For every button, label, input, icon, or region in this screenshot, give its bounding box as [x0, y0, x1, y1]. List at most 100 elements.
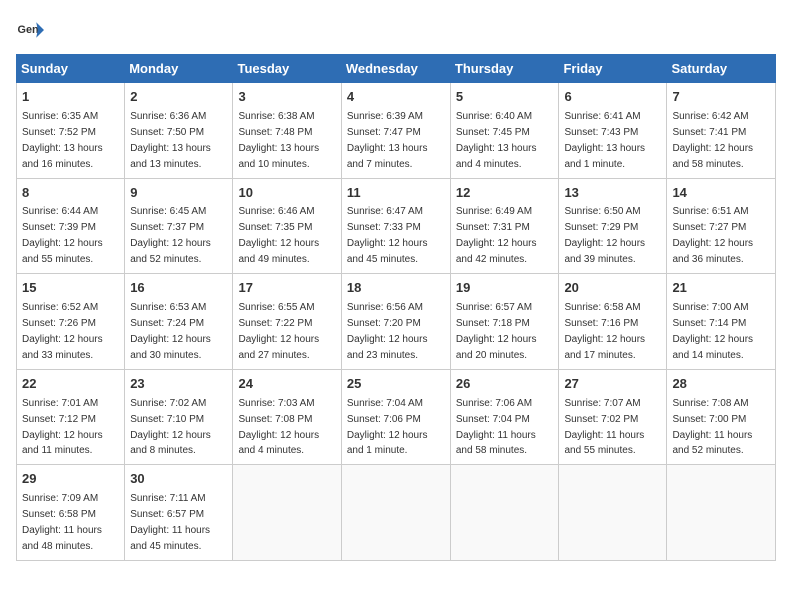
day-sunset: Sunset: 7:00 PM [672, 414, 746, 425]
day-sunset: Sunset: 7:04 PM [456, 414, 530, 425]
calendar-cell [450, 465, 559, 561]
day-sunset: Sunset: 7:50 PM [130, 127, 204, 138]
day-sunset: Sunset: 7:41 PM [672, 127, 746, 138]
day-number: 19 [456, 279, 554, 298]
page-header: Gen [16, 16, 776, 44]
day-daylight: Daylight: 12 hours and 52 minutes. [130, 238, 211, 265]
weekday-header-friday: Friday [559, 55, 667, 83]
calendar-cell: 16 Sunrise: 6:53 AM Sunset: 7:24 PM Dayl… [125, 274, 233, 370]
day-daylight: Daylight: 12 hours and 39 minutes. [564, 238, 645, 265]
day-daylight: Daylight: 12 hours and 8 minutes. [130, 430, 211, 457]
day-daylight: Daylight: 11 hours and 52 minutes. [672, 430, 752, 457]
day-daylight: Daylight: 13 hours and 10 minutes. [238, 143, 319, 170]
day-number: 13 [564, 184, 661, 203]
day-number: 25 [347, 375, 445, 394]
logo: Gen [16, 16, 48, 44]
calendar-cell [559, 465, 667, 561]
day-sunrise: Sunrise: 7:01 AM [22, 398, 98, 409]
day-sunrise: Sunrise: 6:35 AM [22, 111, 98, 122]
day-daylight: Daylight: 12 hours and 4 minutes. [238, 430, 319, 457]
day-number: 29 [22, 470, 119, 489]
day-number: 12 [456, 184, 554, 203]
day-daylight: Daylight: 12 hours and 30 minutes. [130, 334, 211, 361]
weekday-header-saturday: Saturday [667, 55, 776, 83]
day-sunrise: Sunrise: 6:44 AM [22, 206, 98, 217]
day-daylight: Daylight: 12 hours and 45 minutes. [347, 238, 428, 265]
day-sunset: Sunset: 6:58 PM [22, 509, 96, 520]
day-sunset: Sunset: 6:57 PM [130, 509, 204, 520]
day-number: 21 [672, 279, 770, 298]
day-number: 14 [672, 184, 770, 203]
day-daylight: Daylight: 13 hours and 4 minutes. [456, 143, 537, 170]
day-sunrise: Sunrise: 6:40 AM [456, 111, 532, 122]
calendar-cell [233, 465, 341, 561]
day-number: 24 [238, 375, 335, 394]
day-sunset: Sunset: 7:31 PM [456, 222, 530, 233]
day-sunset: Sunset: 7:29 PM [564, 222, 638, 233]
calendar-cell: 5 Sunrise: 6:40 AM Sunset: 7:45 PM Dayli… [450, 83, 559, 179]
day-daylight: Daylight: 12 hours and 14 minutes. [672, 334, 753, 361]
day-daylight: Daylight: 12 hours and 23 minutes. [347, 334, 428, 361]
day-daylight: Daylight: 13 hours and 7 minutes. [347, 143, 428, 170]
day-sunset: Sunset: 7:45 PM [456, 127, 530, 138]
day-sunset: Sunset: 7:14 PM [672, 318, 746, 329]
calendar-week-1: 1 Sunrise: 6:35 AM Sunset: 7:52 PM Dayli… [17, 83, 776, 179]
day-number: 11 [347, 184, 445, 203]
calendar-cell: 17 Sunrise: 6:55 AM Sunset: 7:22 PM Dayl… [233, 274, 341, 370]
calendar-week-4: 22 Sunrise: 7:01 AM Sunset: 7:12 PM Dayl… [17, 369, 776, 465]
calendar-cell: 1 Sunrise: 6:35 AM Sunset: 7:52 PM Dayli… [17, 83, 125, 179]
calendar-cell: 12 Sunrise: 6:49 AM Sunset: 7:31 PM Dayl… [450, 178, 559, 274]
day-sunrise: Sunrise: 6:56 AM [347, 302, 423, 313]
calendar-cell: 26 Sunrise: 7:06 AM Sunset: 7:04 PM Dayl… [450, 369, 559, 465]
day-daylight: Daylight: 12 hours and 17 minutes. [564, 334, 645, 361]
calendar-cell: 10 Sunrise: 6:46 AM Sunset: 7:35 PM Dayl… [233, 178, 341, 274]
day-sunrise: Sunrise: 7:00 AM [672, 302, 748, 313]
weekday-header-monday: Monday [125, 55, 233, 83]
day-number: 2 [130, 88, 227, 107]
weekday-header-tuesday: Tuesday [233, 55, 341, 83]
day-daylight: Daylight: 12 hours and 33 minutes. [22, 334, 103, 361]
day-number: 3 [238, 88, 335, 107]
day-sunrise: Sunrise: 6:42 AM [672, 111, 748, 122]
day-sunset: Sunset: 7:02 PM [564, 414, 638, 425]
day-sunset: Sunset: 7:22 PM [238, 318, 312, 329]
weekday-header-sunday: Sunday [17, 55, 125, 83]
day-daylight: Daylight: 12 hours and 11 minutes. [22, 430, 103, 457]
calendar-cell: 11 Sunrise: 6:47 AM Sunset: 7:33 PM Dayl… [341, 178, 450, 274]
day-sunrise: Sunrise: 7:09 AM [22, 493, 98, 504]
day-sunset: Sunset: 7:39 PM [22, 222, 96, 233]
calendar-cell: 21 Sunrise: 7:00 AM Sunset: 7:14 PM Dayl… [667, 274, 776, 370]
day-sunrise: Sunrise: 7:04 AM [347, 398, 423, 409]
day-sunset: Sunset: 7:48 PM [238, 127, 312, 138]
calendar-cell: 25 Sunrise: 7:04 AM Sunset: 7:06 PM Dayl… [341, 369, 450, 465]
calendar-cell: 2 Sunrise: 6:36 AM Sunset: 7:50 PM Dayli… [125, 83, 233, 179]
day-sunrise: Sunrise: 7:02 AM [130, 398, 206, 409]
day-daylight: Daylight: 11 hours and 58 minutes. [456, 430, 536, 457]
day-sunset: Sunset: 7:20 PM [347, 318, 421, 329]
day-sunset: Sunset: 7:37 PM [130, 222, 204, 233]
calendar-cell: 19 Sunrise: 6:57 AM Sunset: 7:18 PM Dayl… [450, 274, 559, 370]
day-sunrise: Sunrise: 6:52 AM [22, 302, 98, 313]
calendar-cell: 7 Sunrise: 6:42 AM Sunset: 7:41 PM Dayli… [667, 83, 776, 179]
day-daylight: Daylight: 12 hours and 49 minutes. [238, 238, 319, 265]
day-number: 8 [22, 184, 119, 203]
day-daylight: Daylight: 13 hours and 1 minute. [564, 143, 645, 170]
day-number: 10 [238, 184, 335, 203]
day-sunrise: Sunrise: 6:39 AM [347, 111, 423, 122]
calendar-cell: 3 Sunrise: 6:38 AM Sunset: 7:48 PM Dayli… [233, 83, 341, 179]
day-sunset: Sunset: 7:27 PM [672, 222, 746, 233]
day-sunrise: Sunrise: 7:06 AM [456, 398, 532, 409]
day-sunrise: Sunrise: 6:51 AM [672, 206, 748, 217]
calendar-cell: 15 Sunrise: 6:52 AM Sunset: 7:26 PM Dayl… [17, 274, 125, 370]
day-sunset: Sunset: 7:10 PM [130, 414, 204, 425]
logo-icon: Gen [16, 16, 44, 44]
day-daylight: Daylight: 12 hours and 58 minutes. [672, 143, 753, 170]
calendar-cell: 18 Sunrise: 6:56 AM Sunset: 7:20 PM Dayl… [341, 274, 450, 370]
day-daylight: Daylight: 12 hours and 1 minute. [347, 430, 428, 457]
day-sunset: Sunset: 7:43 PM [564, 127, 638, 138]
day-number: 22 [22, 375, 119, 394]
day-sunrise: Sunrise: 6:36 AM [130, 111, 206, 122]
day-number: 9 [130, 184, 227, 203]
day-sunrise: Sunrise: 7:08 AM [672, 398, 748, 409]
day-sunset: Sunset: 7:06 PM [347, 414, 421, 425]
